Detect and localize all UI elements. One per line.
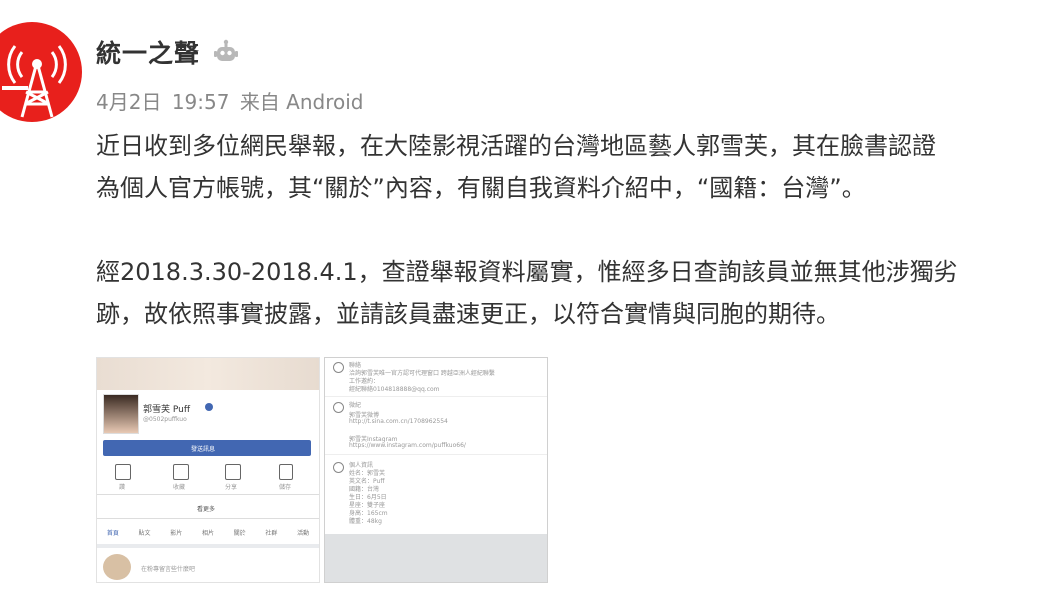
info-icon	[333, 462, 344, 473]
info-icon	[333, 402, 344, 413]
action-label: 收藏	[173, 484, 186, 491]
gray-footer	[325, 534, 547, 582]
profile-tabs: 首頁 貼文 影片 相片 關於 社群 活動	[97, 528, 319, 540]
action-label: 讚	[119, 484, 126, 491]
username[interactable]: 統一之聲	[96, 34, 200, 70]
post-header: 統一之聲	[96, 34, 240, 70]
send-message-label: 發送訊息	[191, 446, 216, 453]
paragraph-2: 經2018.3.30-2018.4.1，查證舉報資料屬實，惟經多日查詢該員並無其…	[96, 251, 1060, 335]
robot-badge-icon[interactable]	[212, 38, 240, 66]
profile-handle: @0502puffkuo	[143, 416, 187, 423]
post-image-2[interactable]: 聯絡 洽詢郭雪芙唯一官方認可代理窗口 跨越亞洲人經紀聯繫 工作邀約： 經紀聯絡0…	[324, 357, 548, 583]
tab-about[interactable]: 關於	[234, 528, 246, 540]
post-date[interactable]: 4月2日	[96, 90, 161, 114]
tab-events[interactable]: 活動	[297, 528, 309, 540]
more-link[interactable]: 看更多	[197, 504, 215, 513]
radio-tower-icon	[2, 45, 67, 118]
save-icon[interactable]	[279, 464, 293, 480]
links-title: 微紀	[349, 402, 362, 409]
cover-photo	[97, 358, 319, 390]
text-line: 為個人官方帳號，其“關於”內容，有關自我資料介紹中，“國籍：台灣”。	[96, 174, 866, 202]
post-content: 近日收到多位網民舉報，在大陸影視活躍的台灣地區藝人郭雪芙，其在臉書認證 為個人官…	[96, 125, 1060, 335]
bookmark-icon[interactable]	[173, 464, 189, 480]
tab-videos[interactable]: 影片	[170, 528, 182, 540]
send-message-button[interactable]: 發送訊息	[103, 440, 311, 456]
verified-icon	[205, 403, 213, 411]
paragraph-1: 近日收到多位網民舉報，在大陸影視活躍的台灣地區藝人郭雪芙，其在臉書認證 為個人官…	[96, 125, 1060, 209]
weibo-link[interactable]: http://t.sina.com.cn/1708962554	[349, 418, 448, 425]
text-line: 近日收到多位網民舉報，在大陸影視活躍的台灣地區藝人郭雪芙，其在臉書認證	[96, 132, 936, 160]
like-icon[interactable]	[115, 464, 131, 480]
post-time[interactable]: 19:57	[172, 90, 230, 114]
post-placeholder[interactable]: 在粉專留言些什麼吧	[141, 564, 195, 573]
post-image-1[interactable]: 郭雪芙 Puff @0502puffkuo 發送訊息 讚 收藏 分享 儲存 看更…	[96, 357, 320, 583]
post-source: 来自 Android	[239, 90, 364, 114]
tab-posts[interactable]: 貼文	[139, 528, 151, 540]
text-line: 跡，故依照事實披露，並請該員盡速更正，以符合實情與同胞的期待。	[96, 300, 840, 328]
text-line: 經2018.3.30-2018.4.1，查證舉報資料屬實，惟經多日查詢該員並無其…	[96, 258, 958, 286]
tab-photos[interactable]: 相片	[202, 528, 214, 540]
post-meta: 4月2日 19:57 来自 Android	[96, 86, 368, 115]
profile-photo	[103, 394, 139, 434]
action-label: 分享	[225, 484, 238, 491]
tab-home[interactable]: 首頁	[107, 528, 119, 540]
share-icon[interactable]	[225, 464, 241, 480]
avatar[interactable]	[0, 22, 82, 122]
info-icon	[333, 362, 344, 373]
personal-line: 體重：48kg	[349, 518, 382, 525]
action-label: 儲存	[279, 484, 292, 491]
post-avatar	[103, 554, 131, 580]
profile-name: 郭雪芙 Puff	[143, 405, 191, 415]
instagram-link[interactable]: https://www.instagram.com/puffkuo66/	[349, 442, 466, 449]
tab-community[interactable]: 社群	[265, 528, 277, 540]
contact-line: 經紀聯絡0104818888@qq.com	[349, 386, 440, 393]
